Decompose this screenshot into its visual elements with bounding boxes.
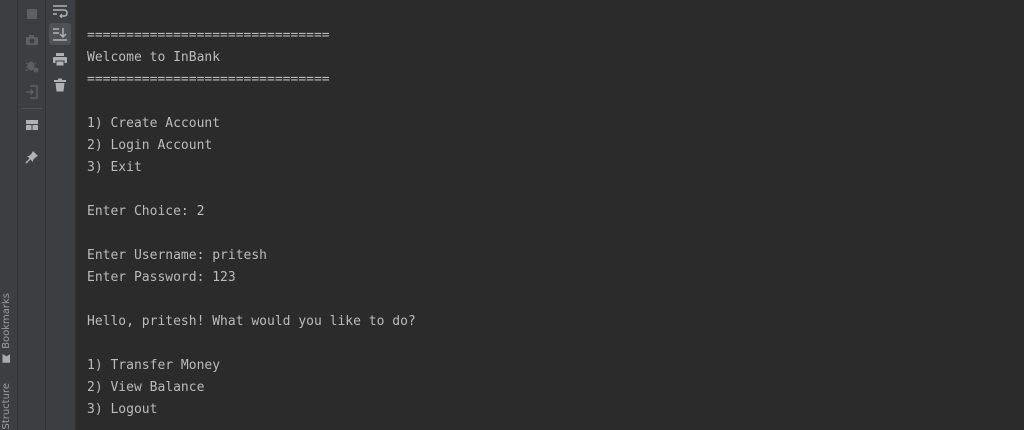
console-line: =============================== xyxy=(87,72,330,87)
console-line: 3) Exit xyxy=(87,160,142,175)
scroll-to-end-button[interactable] xyxy=(49,23,71,45)
console-line: =============================== xyxy=(87,28,330,43)
console-line: 3) Logout xyxy=(87,402,158,417)
clear-all-button[interactable] xyxy=(49,74,71,96)
layout-button[interactable] xyxy=(21,114,43,136)
run-toolbar xyxy=(18,0,46,430)
bug-settings-icon xyxy=(25,61,39,73)
bookmark-icon xyxy=(3,354,11,363)
console-line: Enter Choice: 2 xyxy=(87,204,205,219)
stop-button[interactable] xyxy=(21,3,43,25)
debug-settings-button[interactable] xyxy=(21,55,43,77)
structure-tab-label: Structure xyxy=(1,383,12,430)
pin-icon xyxy=(25,151,38,164)
scroll-to-end-icon xyxy=(53,28,67,41)
soft-wrap-icon xyxy=(53,5,68,18)
console-line: Welcome to InBank xyxy=(87,50,221,65)
bookmarks-tab[interactable]: Bookmarks xyxy=(1,293,12,363)
structure-tab[interactable]: Structure xyxy=(1,383,12,430)
console-line: Enter Username: pritesh xyxy=(87,248,268,263)
layout-icon xyxy=(26,120,38,130)
stop-icon xyxy=(27,9,37,19)
print-icon xyxy=(53,53,67,66)
console-lines: =============================== Welcome … xyxy=(87,25,416,421)
trash-icon xyxy=(54,78,66,92)
console-line: Hello, pritesh! What would you like to d… xyxy=(87,314,416,329)
console-line: 2) View Balance xyxy=(87,380,205,395)
console-line: 2) Login Account xyxy=(87,138,213,153)
console-line: 1) Create Account xyxy=(87,116,221,131)
screenshot-button[interactable] xyxy=(21,29,43,51)
console-toolbar xyxy=(46,0,76,430)
exit-icon xyxy=(26,85,38,99)
bookmarks-tab-label: Bookmarks xyxy=(1,293,12,349)
toolbar-separator xyxy=(22,108,42,109)
exit-button[interactable] xyxy=(21,81,43,103)
soft-wrap-button[interactable] xyxy=(49,0,71,22)
console-line: Enter Password: 123 xyxy=(87,270,236,285)
print-button[interactable] xyxy=(49,48,71,70)
pin-tab-button[interactable] xyxy=(21,146,43,168)
tool-window-stripe: Bookmarks Structure xyxy=(0,0,18,430)
console-line: 1) Transfer Money xyxy=(87,358,221,373)
camera-icon xyxy=(26,35,38,45)
console-output[interactable]: =============================== Welcome … xyxy=(76,0,1024,430)
